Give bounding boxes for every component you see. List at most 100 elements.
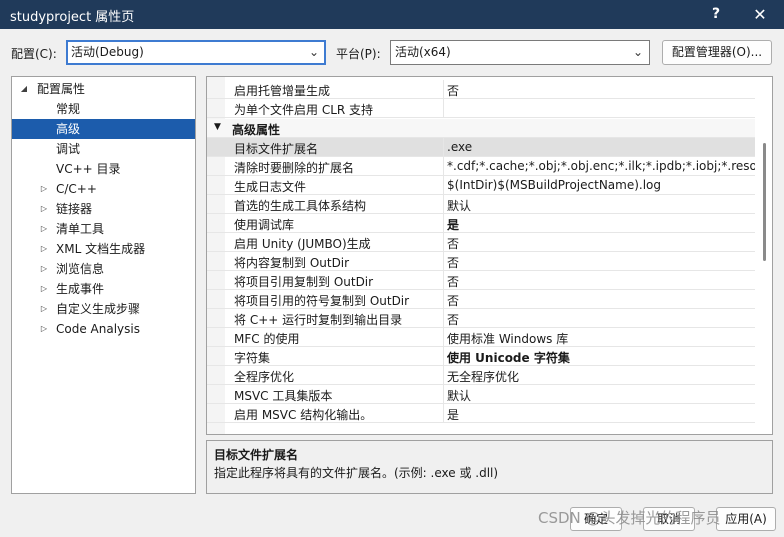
- property-value[interactable]: 否: [447, 254, 755, 271]
- property-row[interactable]: 启用托管增量生成 否: [207, 80, 755, 99]
- collapsed-arrow-icon[interactable]: ▷: [38, 199, 50, 219]
- column-divider: [443, 233, 444, 252]
- collapsed-arrow-icon[interactable]: ▷: [38, 299, 50, 319]
- category-row-advanced[interactable]: ▼ 高级属性: [207, 119, 755, 138]
- collapsed-arrow-icon[interactable]: ▷: [38, 219, 50, 239]
- tree-item-debugging[interactable]: 调试: [12, 139, 195, 159]
- description-panel: 目标文件扩展名 指定此程序将具有的文件扩展名。(示例: .exe 或 .dll): [206, 440, 773, 494]
- tree-item-label: 链接器: [56, 202, 93, 216]
- tree-item-xml-doc-generator[interactable]: ▷ XML 文档生成器: [12, 239, 195, 259]
- tree-item-advanced[interactable]: 高级: [12, 119, 195, 139]
- property-name: 清除时要删除的扩展名: [234, 161, 355, 175]
- tree-item-build-events[interactable]: ▷ 生成事件: [12, 279, 195, 299]
- property-value[interactable]: 默认: [447, 197, 755, 214]
- tree-item-browse-info[interactable]: ▷ 浏览信息: [12, 259, 195, 279]
- column-divider: [443, 214, 444, 233]
- tree-item-label: 生成事件: [56, 282, 105, 296]
- tree-item-c-cpp[interactable]: ▷ C/C++: [12, 179, 195, 199]
- tree-item-manifest-tool[interactable]: ▷ 清单工具: [12, 219, 195, 239]
- column-divider: [443, 309, 444, 328]
- platform-value: 活动(x64): [395, 45, 451, 59]
- property-value[interactable]: 否: [447, 273, 755, 290]
- property-name: 首选的生成工具体系结构: [234, 199, 367, 213]
- property-name: 生成日志文件: [234, 180, 307, 194]
- property-value[interactable]: 使用标准 Windows 库: [447, 330, 755, 347]
- property-row[interactable]: 使用调试库 是: [207, 214, 755, 233]
- property-value[interactable]: .exe: [447, 140, 755, 154]
- tree-item-label: 配置属性: [37, 82, 86, 96]
- tree-item-general[interactable]: 常规: [12, 99, 195, 119]
- property-value[interactable]: 否: [447, 235, 755, 252]
- property-value[interactable]: 使用 Unicode 字符集: [447, 349, 755, 366]
- property-row-selected[interactable]: 目标文件扩展名 .exe: [207, 138, 755, 157]
- collapsed-arrow-icon[interactable]: ▷: [38, 179, 50, 199]
- property-value[interactable]: *.cdf;*.cache;*.obj;*.obj.enc;*.ilk;*.ip…: [447, 159, 755, 173]
- collapsed-arrow-icon[interactable]: ▷: [38, 319, 50, 339]
- tree-item-vc-directories[interactable]: VC++ 目录: [12, 159, 195, 179]
- tree-item-label: XML 文档生成器: [56, 242, 146, 256]
- property-row[interactable]: 清除时要删除的扩展名 *.cdf;*.cache;*.obj;*.obj.enc…: [207, 157, 755, 176]
- property-value[interactable]: 默认: [447, 387, 755, 404]
- property-row[interactable]: 将内容复制到 OutDir 否: [207, 252, 755, 271]
- property-row[interactable]: 字符集 使用 Unicode 字符集: [207, 347, 755, 366]
- description-text: 指定此程序将具有的文件扩展名。(示例: .exe 或 .dll): [214, 466, 499, 480]
- title-bar: studyproject 属性页 ? ✕: [0, 0, 784, 29]
- property-row[interactable]: MFC 的使用 使用标准 Windows 库: [207, 328, 755, 347]
- window-title: studyproject 属性页: [10, 10, 135, 25]
- property-row[interactable]: 将项目引用的符号复制到 OutDir 否: [207, 290, 755, 309]
- property-value[interactable]: 是: [447, 406, 755, 423]
- tree-item-config-properties[interactable]: ◢ 配置属性: [12, 79, 195, 99]
- property-value[interactable]: 无全程序优化: [447, 368, 755, 385]
- property-name: 字符集: [234, 351, 271, 365]
- tree-item-linker[interactable]: ▷ 链接器: [12, 199, 195, 219]
- property-row[interactable]: 为单个文件启用 CLR 支持: [207, 99, 755, 118]
- platform-select[interactable]: 活动(x64) ⌄: [390, 40, 650, 65]
- tree-item-label: Code Analysis: [56, 322, 140, 336]
- property-row[interactable]: MSVC 工具集版本 默认: [207, 385, 755, 404]
- property-row[interactable]: 全程序优化 无全程序优化: [207, 366, 755, 385]
- column-divider: [443, 195, 444, 214]
- apply-button[interactable]: 应用(A): [716, 507, 776, 531]
- close-button[interactable]: ✕: [738, 0, 782, 29]
- expanded-arrow-icon[interactable]: ◢: [18, 79, 30, 99]
- property-name: 全程序优化: [234, 370, 295, 384]
- tree-item-label: C/C++: [56, 182, 97, 196]
- collapse-caret-icon[interactable]: ▼: [214, 122, 221, 132]
- config-select[interactable]: 活动(Debug) ⌄: [66, 40, 326, 65]
- tree-item-label: 常规: [56, 102, 81, 116]
- property-value[interactable]: 否: [447, 82, 755, 99]
- column-divider: [443, 366, 444, 385]
- tree-item-label: 高级: [56, 122, 81, 136]
- property-value[interactable]: $(IntDir)$(MSBuildProjectName).log: [447, 178, 755, 192]
- category-name: 高级属性: [232, 123, 281, 137]
- property-row[interactable]: 将 C++ 运行时复制到输出目录 否: [207, 309, 755, 328]
- collapsed-arrow-icon[interactable]: ▷: [38, 279, 50, 299]
- tree-item-label: VC++ 目录: [56, 162, 121, 176]
- tree-item-code-analysis[interactable]: ▷ Code Analysis: [12, 319, 195, 339]
- collapsed-arrow-icon[interactable]: ▷: [38, 259, 50, 279]
- property-value[interactable]: 否: [447, 311, 755, 328]
- property-row[interactable]: 将项目引用复制到 OutDir 否: [207, 271, 755, 290]
- column-divider: [443, 347, 444, 366]
- property-name: 为单个文件启用 CLR 支持: [234, 103, 374, 117]
- property-value[interactable]: 否: [447, 292, 755, 309]
- tree-item-label: 调试: [56, 142, 81, 156]
- config-value: 活动(Debug): [71, 45, 144, 59]
- collapsed-arrow-icon[interactable]: ▷: [38, 239, 50, 259]
- vertical-scrollbar[interactable]: [763, 143, 766, 261]
- property-name: 将 C++ 运行时复制到输出目录: [234, 313, 403, 327]
- property-name: 启用 MSVC 结构化输出。: [234, 408, 373, 422]
- help-button[interactable]: ?: [694, 0, 738, 29]
- property-row[interactable]: 启用 MSVC 结构化输出。 是: [207, 404, 755, 423]
- description-title: 目标文件扩展名: [214, 448, 299, 462]
- property-tree: ◢ 配置属性 常规 高级 调试 VC++ 目录 ▷ C/C++ ▷ 链接器 ▷ …: [11, 76, 196, 494]
- property-row[interactable]: 生成日志文件 $(IntDir)$(MSBuildProjectName).lo…: [207, 176, 755, 195]
- property-name: 将项目引用的符号复制到 OutDir: [234, 294, 410, 308]
- config-manager-button[interactable]: 配置管理器(O)...: [662, 40, 772, 65]
- property-value[interactable]: 是: [447, 216, 755, 233]
- column-divider: [443, 385, 444, 404]
- property-row[interactable]: 首选的生成工具体系结构 默认: [207, 195, 755, 214]
- tree-item-custom-build-step[interactable]: ▷ 自定义生成步骤: [12, 299, 195, 319]
- column-divider: [443, 138, 444, 157]
- property-row[interactable]: 启用 Unity (JUMBO)生成 否: [207, 233, 755, 252]
